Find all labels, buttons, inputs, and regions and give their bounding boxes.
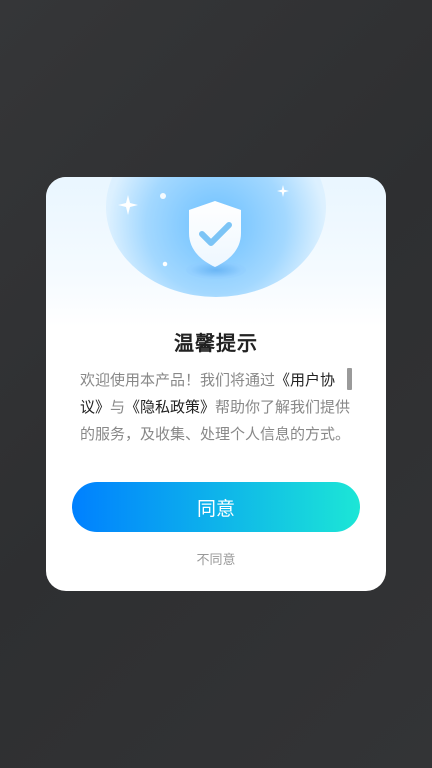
dot-icon xyxy=(160,193,166,199)
disagree-button[interactable]: 不同意 xyxy=(46,549,386,568)
agree-button[interactable]: 同意 xyxy=(72,482,360,532)
dialog-hero xyxy=(46,177,386,327)
privacy-policy-link[interactable]: 《隐私政策》 xyxy=(125,398,215,416)
dialog-content: 欢迎使用本产品！我们将通过《用户协议》与《隐私政策》帮助你了解我们提供的服务，及… xyxy=(80,367,352,459)
content-scrollbar[interactable] xyxy=(347,368,352,390)
content-text: 欢迎使用本产品！我们将通过 xyxy=(80,371,276,389)
dialog-title: 温馨提示 xyxy=(174,331,258,355)
content-text: 与 xyxy=(110,398,126,416)
dot-icon xyxy=(162,261,168,267)
privacy-dialog: 温馨提示 欢迎使用本产品！我们将通过《用户协议》与《隐私政策》帮助你了解我们提供… xyxy=(46,177,386,591)
shield-check-icon xyxy=(189,201,241,267)
sparkle-icon xyxy=(118,195,138,215)
sparkle-icon xyxy=(277,185,289,197)
